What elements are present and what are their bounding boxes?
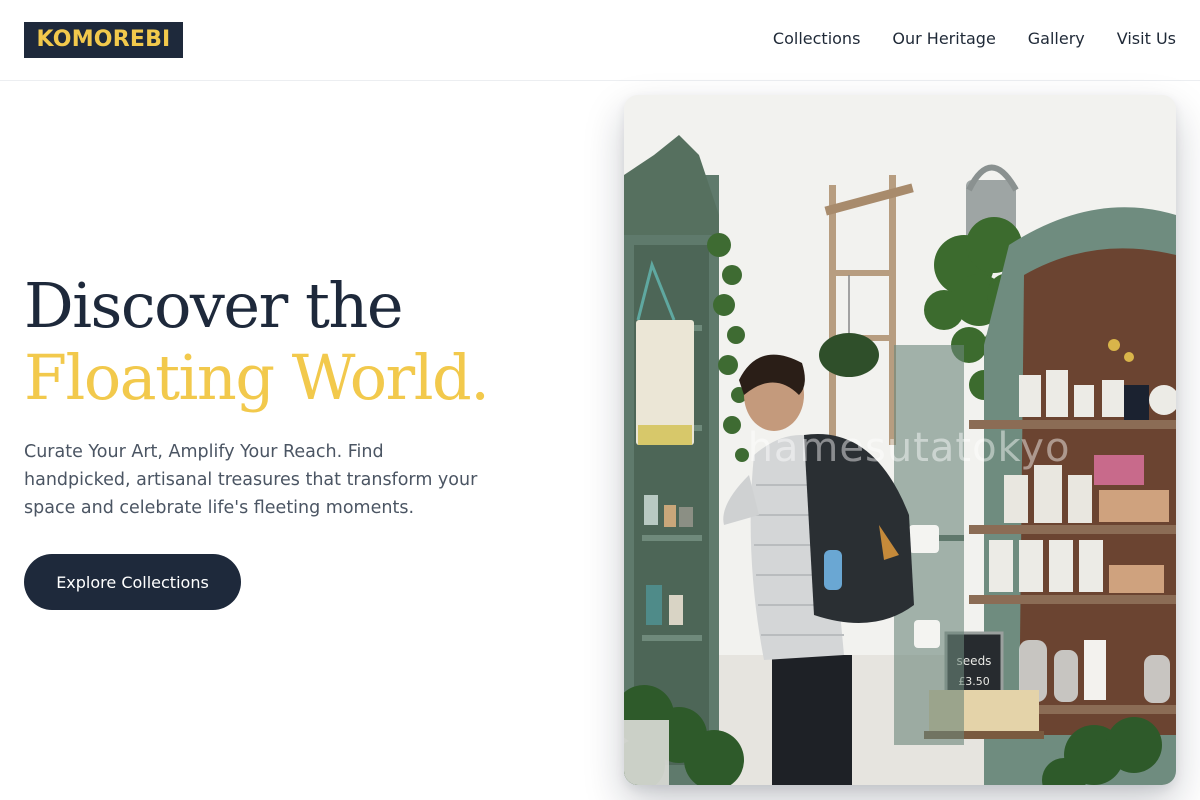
nav-link-collections[interactable]: Collections (773, 28, 860, 50)
main-nav: Collections Our Heritage Gallery Visit U… (773, 28, 1176, 50)
hero-headline: Discover the Floating World. (24, 270, 584, 414)
nav-link-our-heritage[interactable]: Our Heritage (892, 28, 995, 50)
shop-interior-illustration: seeds £3.50 (624, 95, 1176, 785)
site-header: KOMOREBI Collections Our Heritage Galler… (0, 0, 1200, 81)
brand-logo[interactable]: KOMOREBI (24, 22, 183, 58)
hero-subtext: Curate Your Art, Amplify Your Reach. Fin… (24, 442, 478, 518)
explore-collections-button[interactable]: Explore Collections (24, 554, 241, 610)
nav-link-visit-us[interactable]: Visit Us (1117, 28, 1176, 50)
hero-image: seeds £3.50 hamesutatokyo (624, 95, 1176, 785)
hero-headline-line2: Floating World. (24, 341, 490, 414)
hero-headline-line1: Discover the (24, 269, 404, 342)
nav-link-gallery[interactable]: Gallery (1028, 28, 1085, 50)
